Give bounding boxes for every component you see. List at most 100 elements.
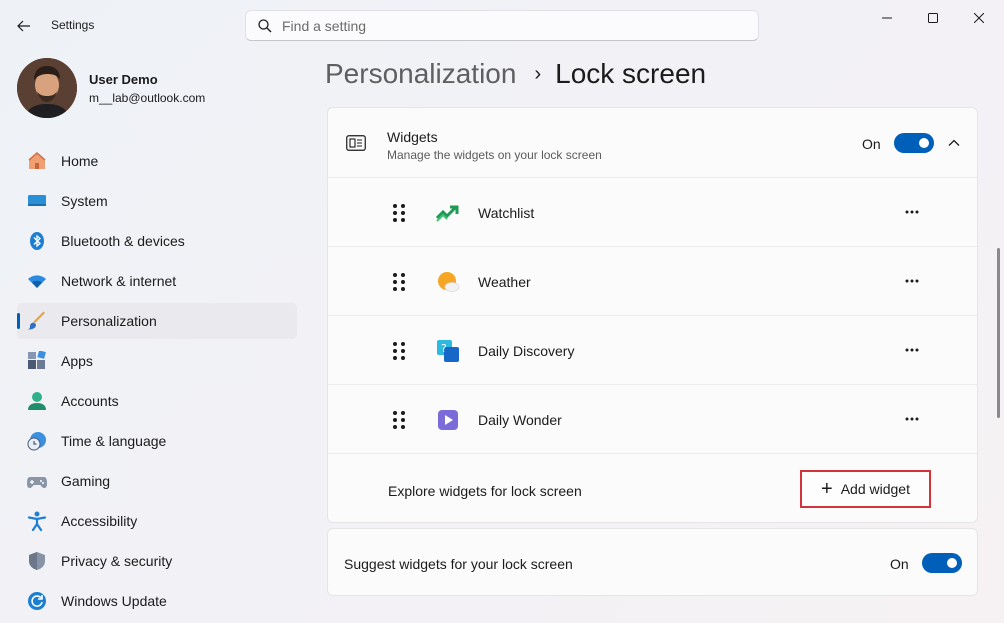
suggest-widgets-text: Suggest widgets for your lock screen: [344, 556, 573, 572]
search-input[interactable]: [282, 17, 722, 34]
wifi-icon: [27, 271, 47, 291]
profile-email: m__lab@outlook.com: [89, 90, 206, 105]
sidebar-item-label: Network & internet: [61, 273, 177, 289]
suggest-widgets-card[interactable]: Suggest widgets for your lock screen On: [327, 528, 978, 596]
suggest-toggle[interactable]: [922, 553, 962, 573]
minimize-button[interactable]: [864, 4, 910, 32]
explore-widgets-text: Explore widgets for lock screen: [388, 483, 582, 499]
sidebar-item-accessibility[interactable]: Accessibility: [17, 503, 297, 539]
widgets-toggle-label: On: [862, 136, 881, 152]
sidebar-item-label: Windows Update: [61, 593, 167, 609]
widget-row-daily-discovery[interactable]: ? Daily Discovery: [328, 316, 977, 385]
maximize-icon: [928, 13, 938, 23]
back-button[interactable]: [10, 12, 38, 40]
more-options-button[interactable]: [900, 271, 924, 291]
add-widget-label: Add widget: [840, 481, 910, 497]
sidebar-item-label: Home: [61, 153, 99, 169]
breadcrumb-parent[interactable]: Personalization: [325, 58, 516, 90]
more-icon: [905, 417, 919, 421]
update-icon: [27, 591, 47, 611]
sidebar-item-network[interactable]: Network & internet: [17, 263, 297, 299]
widgets-card: Widgets Manage the widgets on your lock …: [327, 107, 978, 523]
close-icon: [974, 13, 984, 23]
app-title: Settings: [51, 18, 95, 32]
more-icon: [905, 279, 919, 283]
widget-name: Daily Wonder: [478, 412, 562, 428]
profile-name: User Demo: [89, 71, 158, 87]
close-button[interactable]: [956, 4, 1002, 32]
user-photo-icon: [17, 58, 77, 118]
widget-row-weather[interactable]: Weather: [328, 247, 977, 316]
sidebar-item-label: Apps: [61, 353, 93, 369]
widget-name: Weather: [478, 274, 531, 290]
user-profile[interactable]: User Demo m__lab@outlook.com: [17, 58, 205, 118]
explore-widgets-row: Explore widgets for lock screen + Add wi…: [328, 454, 977, 523]
accounts-icon: [27, 391, 47, 411]
widgets-header[interactable]: Widgets Manage the widgets on your lock …: [328, 108, 977, 178]
sidebar-item-label: Bluetooth & devices: [61, 233, 185, 249]
widgets-icon: [346, 135, 366, 151]
sidebar-item-privacy[interactable]: Privacy & security: [17, 543, 297, 579]
daily-discovery-icon: ?: [437, 340, 459, 362]
drag-handle-icon[interactable]: [392, 410, 406, 430]
widgets-toggle[interactable]: [894, 133, 934, 153]
more-options-button[interactable]: [900, 409, 924, 429]
widget-name: Watchlist: [478, 205, 535, 221]
sidebar-item-system[interactable]: System: [17, 183, 297, 219]
breadcrumb: Personalization › Lock screen: [325, 58, 706, 90]
sidebar-item-label: Time & language: [61, 433, 167, 449]
sidebar-item-label: Personalization: [61, 313, 157, 329]
bluetooth-icon: [27, 231, 47, 251]
plus-icon: +: [821, 478, 833, 500]
gamepad-icon: [27, 471, 47, 491]
widget-row-watchlist[interactable]: Watchlist: [328, 178, 977, 247]
widgets-subtitle: Manage the widgets on your lock screen: [387, 148, 602, 162]
breadcrumb-separator: ›: [534, 62, 542, 85]
sidebar-item-gaming[interactable]: Gaming: [17, 463, 297, 499]
sidebar-item-time-language[interactable]: Time & language: [17, 423, 297, 459]
search-icon: [258, 18, 272, 32]
apps-icon: [27, 351, 47, 371]
avatar: [17, 58, 77, 118]
sidebar-item-label: Privacy & security: [61, 553, 173, 569]
add-widget-button[interactable]: + Add widget: [800, 470, 931, 508]
sidebar-item-label: System: [61, 193, 108, 209]
maximize-button[interactable]: [910, 4, 956, 32]
widget-name: Daily Discovery: [478, 343, 575, 359]
page-title: Lock screen: [555, 58, 707, 89]
shield-icon: [27, 551, 47, 571]
brush-icon: [27, 311, 47, 331]
watchlist-icon: [436, 205, 459, 222]
svg-text:?: ?: [441, 342, 447, 355]
drag-handle-icon[interactable]: [392, 341, 406, 361]
search-box[interactable]: [245, 10, 759, 41]
home-icon: [27, 151, 47, 171]
accessibility-icon: [27, 511, 47, 531]
sidebar-nav: Home System Bluetooth & devices Network …: [17, 143, 297, 623]
sidebar-item-apps[interactable]: Apps: [17, 343, 297, 379]
chevron-up-icon[interactable]: [945, 134, 963, 152]
more-icon: [905, 210, 919, 214]
system-icon: [27, 191, 47, 211]
drag-handle-icon[interactable]: [392, 272, 406, 292]
arrow-left-icon: [17, 20, 30, 32]
sidebar-item-windows-update[interactable]: Windows Update: [17, 583, 297, 619]
sidebar-item-bluetooth[interactable]: Bluetooth & devices: [17, 223, 297, 259]
suggest-toggle-label: On: [890, 556, 909, 572]
sidebar-item-label: Gaming: [61, 473, 111, 489]
sidebar-item-home[interactable]: Home: [17, 143, 297, 179]
more-options-button[interactable]: [900, 340, 924, 360]
weather-icon: [438, 272, 460, 292]
scrollbar-thumb[interactable]: [997, 248, 1000, 418]
widgets-title: Widgets: [387, 129, 438, 145]
widget-row-daily-wonder[interactable]: Daily Wonder: [328, 385, 977, 454]
more-icon: [905, 348, 919, 352]
sidebar-item-personalization[interactable]: Personalization: [17, 303, 297, 339]
sidebar-item-label: Accessibility: [61, 513, 138, 529]
daily-wonder-icon: [438, 410, 458, 430]
sidebar-item-label: Accounts: [61, 393, 119, 409]
minimize-icon: [882, 17, 892, 19]
more-options-button[interactable]: [900, 202, 924, 222]
sidebar-item-accounts[interactable]: Accounts: [17, 383, 297, 419]
drag-handle-icon[interactable]: [392, 203, 406, 223]
